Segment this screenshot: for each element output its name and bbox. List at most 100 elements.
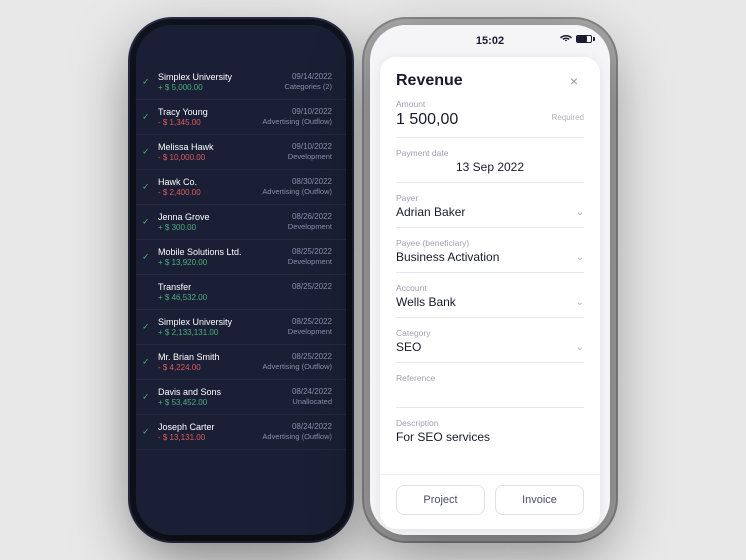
- transaction-item: ✓ Davis and Sons+ $ 53,452.00 08/24/2022Un…: [136, 380, 346, 415]
- transaction-list: ✓ Simplex University+ $ 5,000.00 09/14/202…: [136, 65, 346, 450]
- transaction-amount: + $ 2,133,131.00: [158, 328, 232, 337]
- payer-dropdown[interactable]: Adrian Baker ⌄: [396, 205, 584, 219]
- transaction-right: 08/25/2022Advertising (Outflow): [262, 352, 332, 371]
- description-value: For SEO services: [396, 430, 584, 444]
- description-field-group: Description For SEO services: [396, 418, 584, 452]
- wifi-icon: [560, 35, 572, 43]
- reference-value[interactable]: [396, 385, 584, 399]
- category-label: Category: [396, 328, 584, 338]
- modal-header: Revenue ×: [380, 57, 600, 99]
- check-icon: ✓: [142, 77, 150, 88]
- transaction-left: Simplex University+ $ 5,000.00: [158, 72, 232, 92]
- transaction-item: ✓Simplex University+ $ 2,133,131.0008/25…: [136, 310, 346, 345]
- category-chevron-icon: ⌄: [576, 342, 584, 353]
- transaction-left: Tracy Young- $ 1,345.00: [158, 107, 208, 127]
- payer-chevron-icon: ⌄: [576, 207, 584, 218]
- transaction-date: 08/25/2022: [292, 282, 332, 291]
- transaction-date: 09/14/2022: [292, 72, 332, 81]
- transaction-name: Mobile Solutions Ltd.: [158, 247, 242, 257]
- transaction-date: 08/24/2022: [292, 387, 332, 396]
- transaction-date: 08/26/2022: [292, 212, 332, 221]
- transaction-category: Development: [288, 222, 332, 231]
- account-chevron-icon: ⌄: [576, 297, 584, 308]
- payee-value: Business Activation: [396, 250, 499, 264]
- transaction-amount: - $ 2,400.00: [158, 188, 201, 197]
- modal-footer: Project Invoice: [380, 474, 600, 529]
- transaction-item: ✓Joseph Carter- $ 13,131.0008/24/2022Adv…: [136, 415, 346, 450]
- transaction-right: 08/25/2022: [292, 282, 332, 292]
- transaction-left: Mr. Brian Smith- $ 4,224.00: [158, 352, 220, 372]
- payment-date-value: 13 Sep 2022: [396, 160, 584, 174]
- category-dropdown[interactable]: SEO ⌄: [396, 340, 584, 354]
- transaction-item: ✓Hawk Co.- $ 2,400.0008/30/2022Advertisi…: [136, 170, 346, 205]
- right-phone-screen: 15:02 Revenue ×: [370, 25, 610, 535]
- transaction-right: 09/10/2022Advertising (Outflow): [262, 107, 332, 126]
- payee-dropdown[interactable]: Business Activation ⌄: [396, 250, 584, 264]
- transaction-amount: + $ 53,452.00: [158, 398, 221, 407]
- check-icon: ✓: [142, 427, 150, 438]
- project-button[interactable]: Project: [396, 485, 485, 515]
- scene: ✓ Simplex University+ $ 5,000.00 09/14/202…: [0, 0, 746, 560]
- reference-field-group: Reference: [396, 373, 584, 408]
- transaction-date: 08/25/2022: [292, 352, 332, 361]
- right-phone: 15:02 Revenue ×: [370, 25, 610, 535]
- revenue-modal: Revenue × Amount 1 500,00 Required Pa: [380, 57, 600, 529]
- check-icon: ✓: [142, 217, 150, 228]
- transaction-right: 08/25/2022Development: [288, 317, 332, 336]
- check-icon: ✓: [142, 392, 150, 403]
- category-value: SEO: [396, 340, 421, 354]
- transaction-left: Davis and Sons+ $ 53,452.00: [158, 387, 221, 407]
- category-field-group: Category SEO ⌄: [396, 328, 584, 363]
- transaction-left: Joseph Carter- $ 13,131.00: [158, 422, 215, 442]
- transaction-left: Simplex University+ $ 2,133,131.00: [158, 317, 232, 337]
- transaction-right: 08/24/2022Unallocated: [292, 387, 332, 406]
- transaction-name: Simplex University: [158, 72, 232, 82]
- transaction-category: Development: [288, 257, 332, 266]
- payee-field-group: Payee (beneficiary) Business Activation …: [396, 238, 584, 273]
- transaction-right: 08/30/2022Advertising (Outflow): [262, 177, 332, 196]
- transaction-category: Unallocated: [292, 397, 332, 406]
- left-phone-screen: ✓ Simplex University+ $ 5,000.00 09/14/202…: [136, 25, 346, 535]
- status-time: 15:02: [476, 35, 504, 47]
- account-value: Wells Bank: [396, 295, 456, 309]
- transaction-amount: + $ 46,532.00: [158, 293, 207, 302]
- transaction-date: 08/25/2022: [292, 317, 332, 326]
- amount-required: Required: [552, 113, 584, 122]
- transaction-amount: - $ 4,224.00: [158, 363, 220, 372]
- invoice-button[interactable]: Invoice: [495, 485, 584, 515]
- transaction-item: ✓ Mobile Solutions Ltd.+ $ 13,920.00 08/25…: [136, 240, 346, 275]
- transaction-name: Joseph Carter: [158, 422, 215, 432]
- modal-title: Revenue: [396, 72, 463, 90]
- transaction-date: 08/30/2022: [292, 177, 332, 186]
- check-icon: ✓: [142, 147, 150, 158]
- transaction-item: ✓Melissa Hawk- $ 10,000.0009/10/2022Deve…: [136, 135, 346, 170]
- check-icon: ✓: [142, 112, 150, 123]
- transaction-left: Transfer+ $ 46,532.00: [158, 282, 207, 302]
- account-dropdown[interactable]: Wells Bank ⌄: [396, 295, 584, 309]
- payer-value: Adrian Baker: [396, 205, 465, 219]
- amount-label: Amount: [396, 99, 584, 109]
- transaction-name: Mr. Brian Smith: [158, 352, 220, 362]
- close-button[interactable]: ×: [564, 71, 584, 91]
- transaction-category: Development: [288, 152, 332, 161]
- transaction-left: Hawk Co.- $ 2,400.00: [158, 177, 201, 197]
- transaction-name: Jenna Grove: [158, 212, 210, 222]
- transaction-amount: + $ 13,920.00: [158, 258, 242, 267]
- transaction-date: 08/25/2022: [292, 247, 332, 256]
- payment-date-label: Payment date: [396, 148, 584, 158]
- status-bar: 15:02: [370, 25, 610, 51]
- transaction-name: Davis and Sons: [158, 387, 221, 397]
- transaction-category: Advertising (Outflow): [262, 117, 332, 126]
- amount-value: 1 500,00: [396, 111, 458, 129]
- transaction-category: Development: [288, 327, 332, 336]
- transaction-date: 08/24/2022: [292, 422, 332, 431]
- payee-chevron-icon: ⌄: [576, 252, 584, 263]
- description-label: Description: [396, 418, 584, 428]
- amount-field-group: Amount 1 500,00 Required: [396, 99, 584, 138]
- transaction-left: Jenna Grove+ $ 300.00: [158, 212, 210, 232]
- transaction-name: Melissa Hawk: [158, 142, 214, 152]
- check-icon: ✓: [142, 252, 150, 263]
- transaction-item: ✓ Simplex University+ $ 5,000.00 09/14/202…: [136, 65, 346, 100]
- transaction-left: Melissa Hawk- $ 10,000.00: [158, 142, 214, 162]
- transaction-right: 08/25/2022Development: [288, 247, 332, 266]
